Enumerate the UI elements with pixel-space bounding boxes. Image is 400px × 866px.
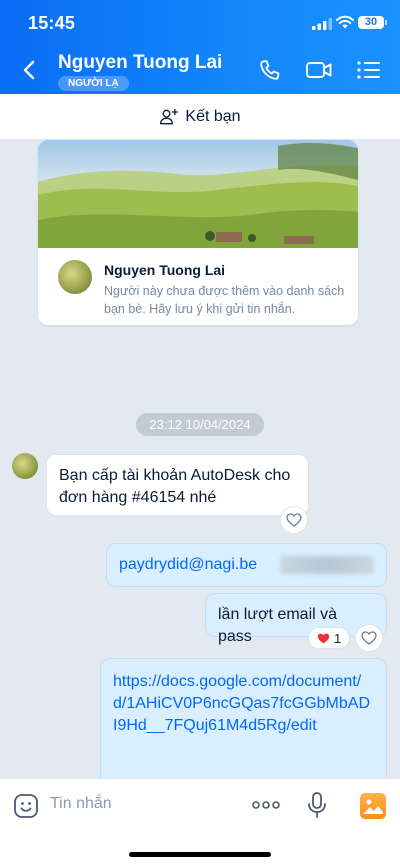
message-input[interactable]: Tin nhắn bbox=[50, 795, 112, 813]
redacted-content bbox=[280, 556, 374, 574]
profile-card[interactable]: Nguyen Tuong Lai Người này chưa được thê… bbox=[38, 140, 358, 325]
image-icon[interactable] bbox=[360, 793, 386, 819]
battery-indicator: 30 bbox=[358, 16, 387, 29]
more-icon[interactable] bbox=[251, 795, 281, 815]
landscape-image bbox=[38, 142, 358, 248]
add-friend-label: Kết bạn bbox=[185, 107, 241, 125]
document-link[interactable]: https://docs.google.com/document/d/1AHiC… bbox=[113, 671, 374, 737]
email-link[interactable]: paydrydid@nagi.be bbox=[119, 556, 257, 573]
home-indicator bbox=[129, 852, 271, 857]
sender-avatar[interactable] bbox=[12, 453, 38, 479]
cover-photo bbox=[38, 140, 358, 248]
heart-outline-icon bbox=[286, 513, 302, 527]
contact-name[interactable]: Nguyen Tuong Lai bbox=[58, 52, 222, 74]
react-button[interactable] bbox=[280, 506, 308, 534]
reaction-count[interactable]: 1 bbox=[308, 627, 351, 649]
signal-icon bbox=[312, 18, 332, 30]
status-bar: 15:45 30 bbox=[0, 0, 400, 44]
menu-list-icon[interactable] bbox=[356, 58, 382, 82]
avatar[interactable] bbox=[58, 260, 92, 294]
status-time: 15:45 bbox=[28, 13, 76, 33]
add-friend-button[interactable]: Kết bạn bbox=[0, 94, 400, 140]
message-bubble[interactable]: Bạn cấp tài khoản AutoDesk cho đơn hàng … bbox=[46, 454, 309, 516]
phone-icon[interactable] bbox=[257, 58, 283, 82]
message-text: Bạn cấp tài khoản AutoDesk cho đơn hàng … bbox=[59, 467, 291, 506]
date-separator: 23:12 10/04/2024 bbox=[136, 413, 264, 436]
chat-header: 15:45 30 Nguyen Tuong Lai NGƯỜI LẠ bbox=[0, 0, 400, 94]
mic-icon[interactable] bbox=[306, 791, 328, 819]
reaction-number: 1 bbox=[334, 630, 342, 646]
message-bubble[interactable]: https://docs.google.com/document/d/1AHiC… bbox=[100, 658, 387, 788]
message-bubble[interactable]: paydrydid@nagi.be bbox=[106, 543, 387, 587]
stranger-badge: NGƯỜI LẠ bbox=[58, 76, 129, 91]
emoji-icon[interactable] bbox=[13, 793, 39, 819]
card-contact-name: Nguyen Tuong Lai bbox=[104, 262, 226, 278]
heart-outline-icon bbox=[361, 631, 377, 645]
back-icon[interactable] bbox=[18, 58, 42, 82]
add-friend-icon bbox=[160, 108, 179, 124]
heart-icon bbox=[317, 633, 330, 643]
video-call-icon[interactable] bbox=[305, 58, 333, 82]
stranger-warning-text: Người này chưa được thêm vào danh sách b… bbox=[104, 284, 345, 316]
react-button[interactable] bbox=[355, 624, 383, 652]
wifi-icon bbox=[336, 15, 354, 29]
